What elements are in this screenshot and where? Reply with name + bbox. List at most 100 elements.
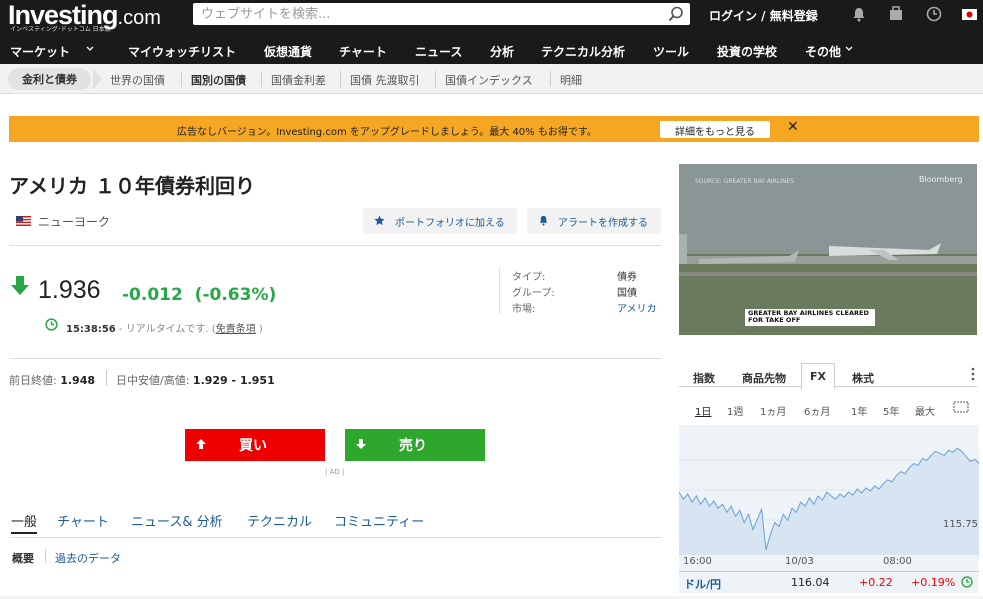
video-player[interactable]: SOURCE: GREATER BAY AIRLINES Bloomberg G… <box>679 164 977 335</box>
pair-name[interactable]: ドル/円 <box>684 576 721 592</box>
nav-watchlist[interactable]: マイウォッチリスト <box>128 43 236 60</box>
nav-technical[interactable]: テクニカル分析 <box>541 43 625 60</box>
meta-label: タイプ: <box>512 272 546 283</box>
login-link[interactable]: ログイン / 無料登録 <box>709 7 818 24</box>
fullscreen-icon[interactable] <box>953 401 969 413</box>
previous-close: 前日終値: 1.948 <box>9 374 96 387</box>
ad-label: | AD | <box>325 468 345 476</box>
x-tick-label: 08:00 <box>883 556 912 567</box>
create-alert-button[interactable]: アラートを作成する <box>527 208 661 234</box>
meta-label: 市場: <box>512 304 536 315</box>
series-area <box>679 448 979 555</box>
clock-icon <box>45 318 58 331</box>
tab-fx[interactable]: FX <box>801 363 835 390</box>
page-title: アメリカ １０年債券利回り <box>9 174 255 198</box>
subnav-world-bonds[interactable]: 世界の国債 <box>110 72 165 88</box>
banner-details-button[interactable]: 詳細をもっと見る <box>660 121 770 138</box>
range-1m[interactable]: 1ヵ月 <box>760 403 786 418</box>
subnav-rates-bonds[interactable]: 金利と債券 <box>8 68 91 90</box>
nav-markets[interactable]: マーケット <box>10 43 70 60</box>
y-tick-label: 115.75 <box>943 519 978 530</box>
nav-charts[interactable]: チャート <box>339 43 387 60</box>
us-flag-icon <box>16 216 31 226</box>
banner-text: 広告なしバージョン。Investing.com をアップグレードしましょう。最大… <box>177 127 597 138</box>
arrow-down-icon <box>11 276 29 295</box>
subnav-forwards[interactable]: 国債 先渡取引 <box>350 72 420 88</box>
arrow-up-icon <box>196 439 206 449</box>
clock-icon[interactable] <box>926 6 942 22</box>
chevron-down-icon <box>86 46 94 51</box>
nav-news[interactable]: ニュース <box>415 43 462 60</box>
top-bar: Investing.com インベスティング･ドットコム 日本版 ログイン / … <box>0 0 983 36</box>
japan-flag-icon[interactable] <box>962 9 977 20</box>
subnav-spreads[interactable]: 国債金利差 <box>271 72 326 88</box>
search-input[interactable] <box>193 3 653 26</box>
main-nav: マーケット マイウォッチリスト 仮想通貨 チャート ニュース 分析 テクニカル分… <box>0 36 983 64</box>
tab-technical[interactable]: テクニカル <box>247 511 312 530</box>
search-box <box>193 3 690 26</box>
disclaimer-link[interactable]: 免責条項 <box>216 324 256 335</box>
market-link[interactable]: アメリカ <box>617 300 657 315</box>
market-tabs: 指数 商品先物 FX 株式 <box>679 362 977 390</box>
exchange-location: ニューヨーク <box>38 215 111 229</box>
pair-change-pct: +0.19% <box>911 576 956 589</box>
sub-nav: 金利と債券 世界の国債 国別の国債 国債金利差 国債 先渡取引 国債インデックス… <box>0 64 983 94</box>
nav-tools[interactable]: ツール <box>653 43 689 60</box>
fx-chart-svg <box>678 447 980 555</box>
buy-button[interactable]: 買い <box>185 429 325 461</box>
add-portfolio-button[interactable]: ポートフォリオに加える <box>363 208 517 234</box>
bell-icon[interactable] <box>851 6 867 22</box>
range-max[interactable]: 最大 <box>915 403 935 418</box>
logo-subtitle: インベスティング･ドットコム 日本版 <box>10 26 111 33</box>
subnav-country-bonds[interactable]: 国別の国債 <box>191 72 246 88</box>
portfolio-icon[interactable] <box>888 6 904 22</box>
tab-stocks[interactable]: 株式 <box>852 370 874 386</box>
bloomberg-logo: Bloomberg <box>919 175 963 184</box>
subnav-indices[interactable]: 国債インデックス <box>445 72 533 88</box>
search-icon[interactable] <box>668 6 684 22</box>
tab-indices[interactable]: 指数 <box>693 370 715 386</box>
meta-value: 債券 <box>617 272 637 283</box>
arrow-down-icon <box>356 439 366 449</box>
nav-education[interactable]: 投資の学校 <box>717 43 777 60</box>
bell-icon <box>539 215 548 226</box>
quote-time: 15:38:56 - リアルタイムです. (免責条項 ) <box>66 324 263 335</box>
nav-crypto[interactable]: 仮想通貨 <box>264 43 312 60</box>
chevron-down-icon <box>845 46 853 51</box>
subtab-overview[interactable]: 概要 <box>12 550 34 566</box>
last-price: 1.936 <box>38 276 101 304</box>
clock-icon <box>961 576 973 588</box>
video-caption: GREATER BAY AIRLINES CLEARED FOR TAKE OFF <box>745 309 875 326</box>
tab-commodities[interactable]: 商品先物 <box>742 370 786 386</box>
price-change: -0.012 (-0.63%) <box>122 285 277 305</box>
subtab-historical[interactable]: 過去のデータ <box>55 550 121 566</box>
meta-label: グループ: <box>512 288 555 299</box>
star-icon <box>374 215 385 226</box>
pair-last: 116.04 <box>791 576 830 589</box>
range-5y[interactable]: 5年 <box>883 403 899 418</box>
range-1w[interactable]: 1週 <box>727 403 743 418</box>
more-icon[interactable] <box>971 367 975 381</box>
sell-button[interactable]: 売り <box>345 429 485 461</box>
nav-analysis[interactable]: 分析 <box>490 43 514 60</box>
range-1y[interactable]: 1年 <box>851 403 867 418</box>
x-tick-label: 10/03 <box>785 556 814 567</box>
tab-general[interactable]: 一般 <box>11 511 38 534</box>
nav-more[interactable]: その他 <box>805 43 841 60</box>
quote-row[interactable]: ドル/円 116.04 +0.22 +0.19% <box>679 571 979 593</box>
day-range: 日中安値/高値: 1.929 - 1.951 <box>116 374 275 387</box>
x-tick-label: 16:00 <box>683 556 712 567</box>
meta-value: 国債 <box>617 288 637 299</box>
close-icon[interactable]: ✕ <box>787 119 799 135</box>
upgrade-banner: 広告なしバージョン。Investing.com をアップグレードしましょう。最大… <box>9 116 979 142</box>
range-1d[interactable]: 1日 <box>695 403 711 418</box>
tab-community[interactable]: コミュニティー <box>334 511 424 530</box>
video-source: SOURCE: GREATER BAY AIRLINES <box>695 178 795 185</box>
chevron-right-icon <box>93 68 102 90</box>
tab-news-analysis[interactable]: ニュース& 分析 <box>131 511 223 530</box>
tab-chart[interactable]: チャート <box>57 511 109 530</box>
divider <box>9 245 661 246</box>
range-6m[interactable]: 6ヵ月 <box>804 403 830 418</box>
fx-chart[interactable]: 115.75 16:00 10/03 08:00 <box>678 425 980 571</box>
subnav-details[interactable]: 明細 <box>560 72 582 88</box>
